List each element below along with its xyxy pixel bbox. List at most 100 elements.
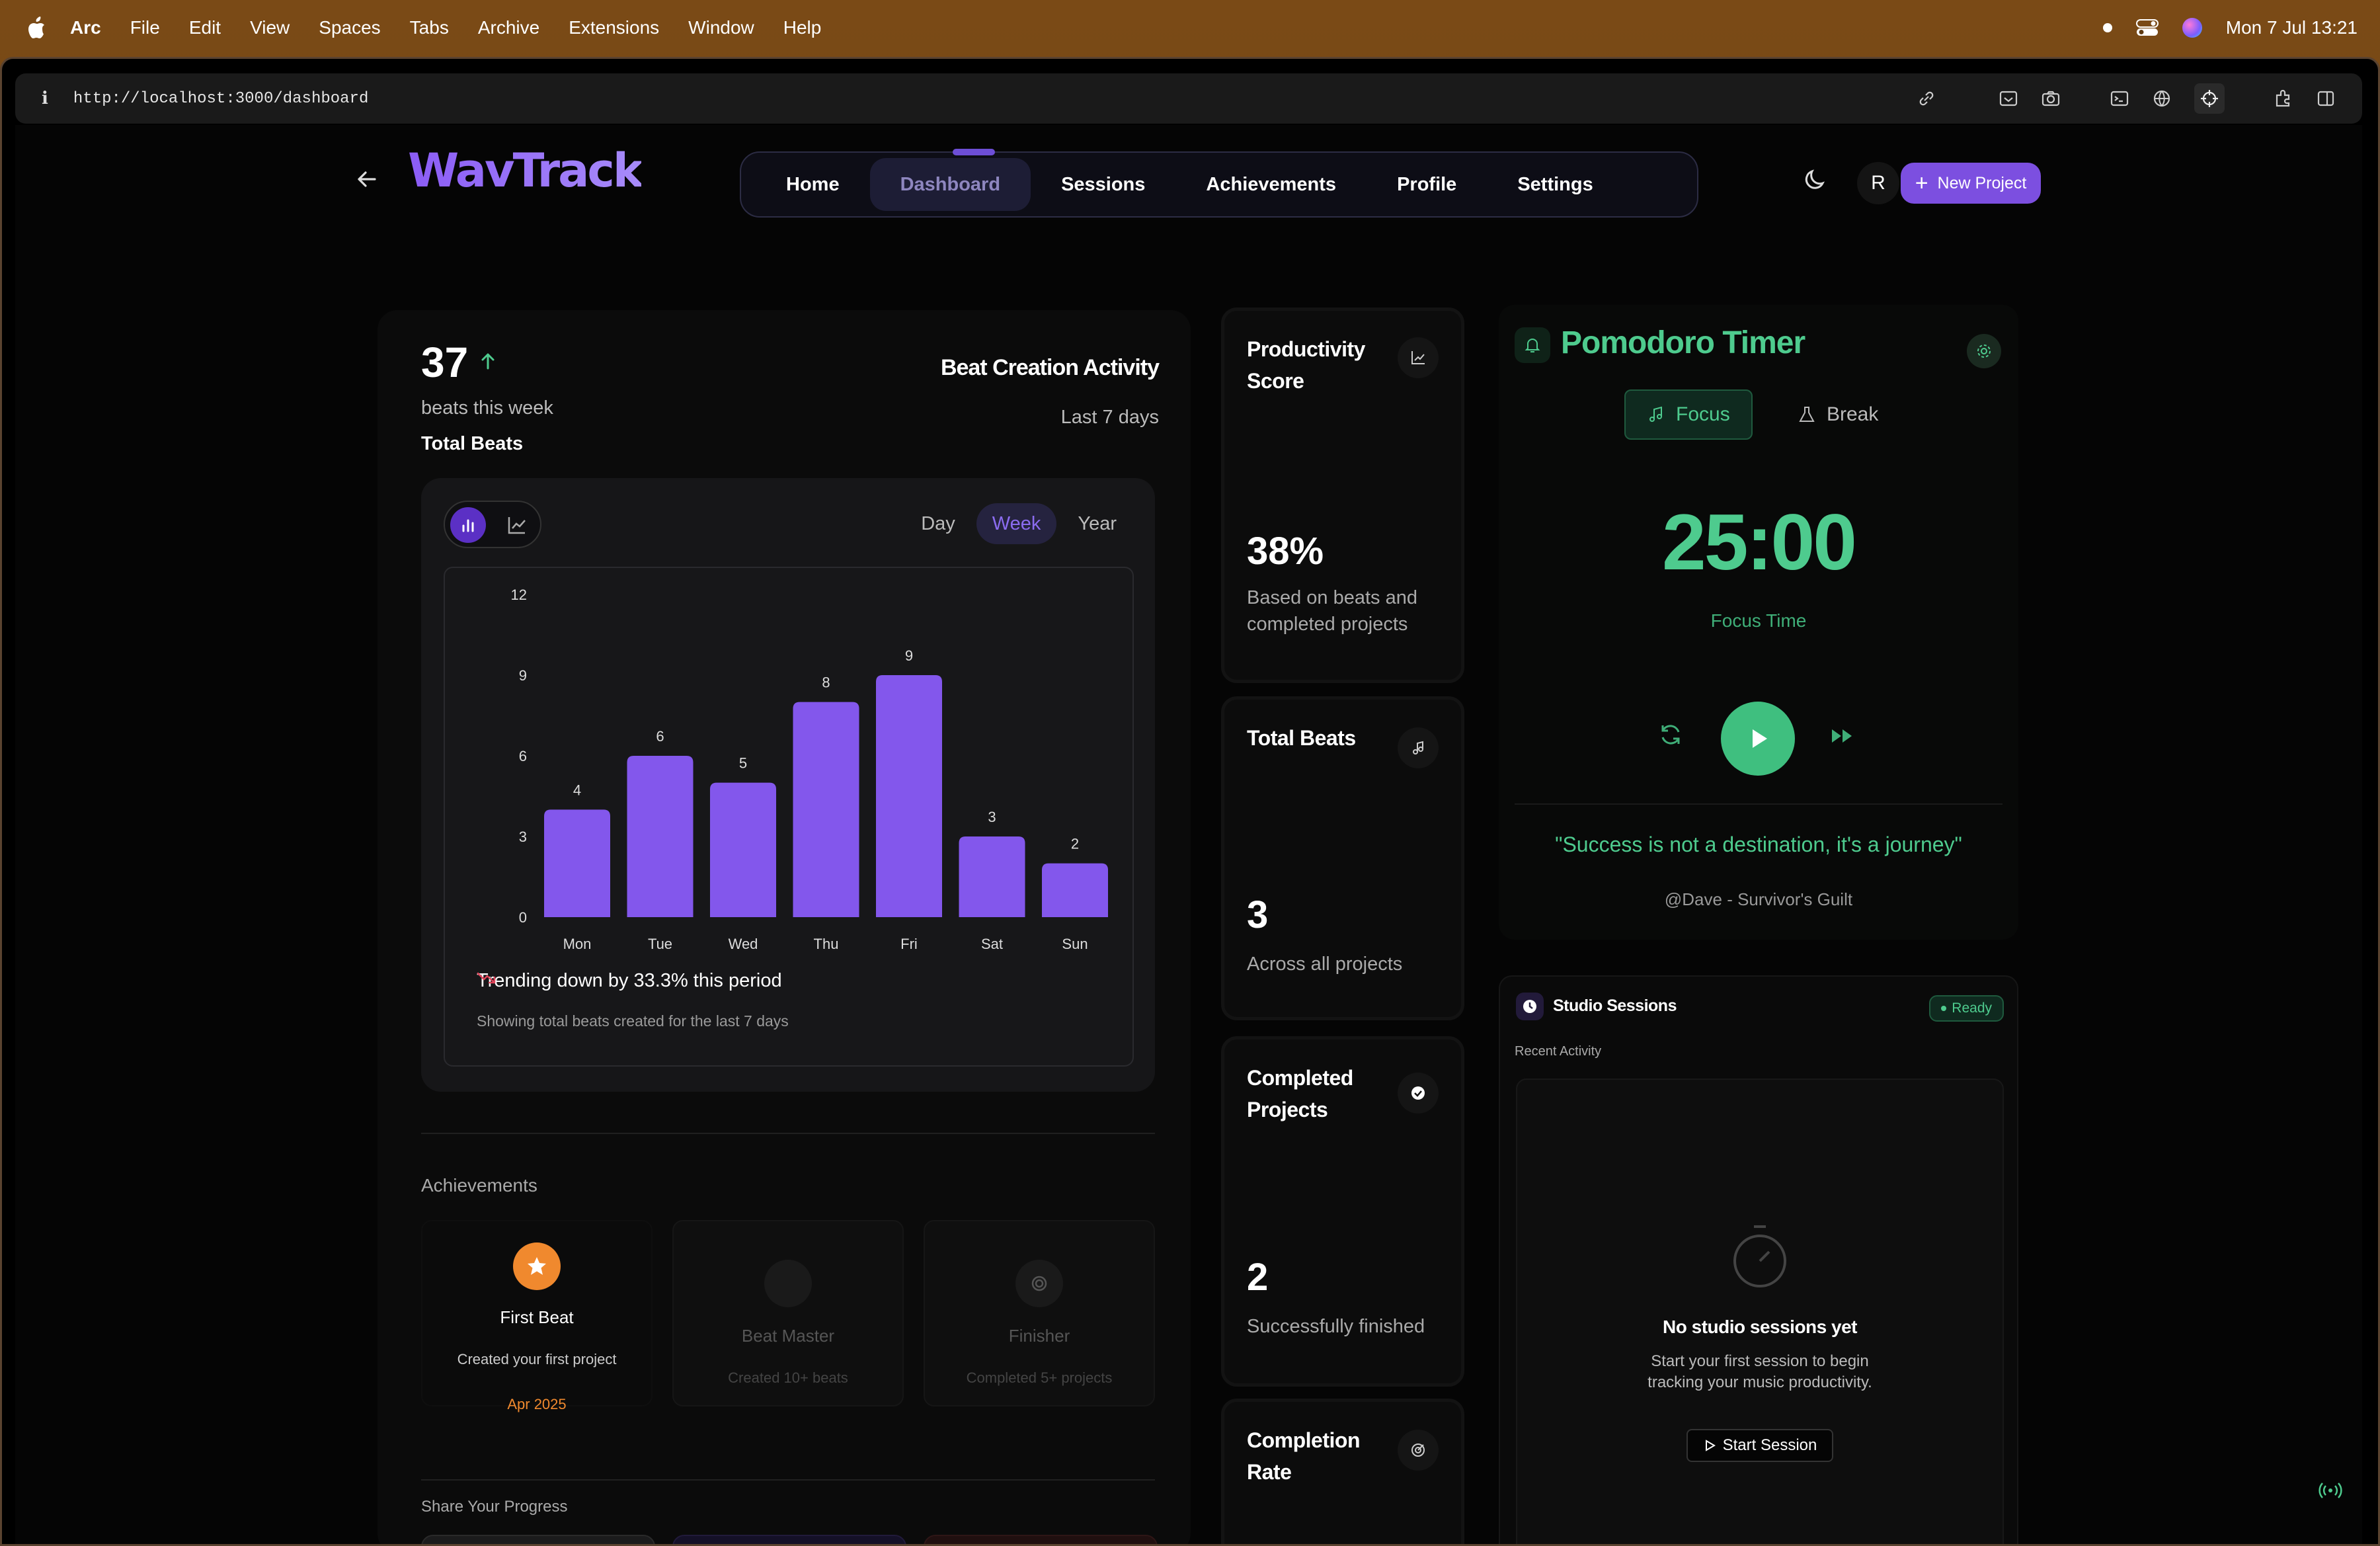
terminal-icon[interactable] bbox=[2110, 89, 2129, 108]
music-note-icon bbox=[1398, 727, 1439, 768]
bar-thu[interactable] bbox=[793, 702, 859, 917]
achievement-desc: Created your first project bbox=[457, 1351, 617, 1367]
bar-value-label: 3 bbox=[988, 809, 996, 825]
menu-file[interactable]: File bbox=[130, 17, 160, 38]
nav-profile[interactable]: Profile bbox=[1367, 158, 1487, 211]
y-tick-label: 9 bbox=[519, 667, 527, 684]
focus-mode-label: Focus bbox=[1676, 403, 1730, 425]
copy-link-icon[interactable] bbox=[1917, 89, 1936, 108]
menu-help[interactable]: Help bbox=[783, 17, 822, 38]
extensions-icon[interactable] bbox=[2274, 89, 2293, 108]
arrow-up-icon bbox=[481, 353, 495, 370]
bar-tue[interactable] bbox=[627, 756, 694, 917]
capture-icon[interactable] bbox=[1999, 89, 2018, 108]
plus-icon: + bbox=[1915, 171, 1928, 196]
pomodoro-timer-card: Pomodoro Timer Focus Break 25:00 Focus T… bbox=[1499, 305, 2018, 940]
dark-mode-moon-icon[interactable] bbox=[1803, 166, 1829, 192]
control-center-icon[interactable] bbox=[2135, 19, 2159, 36]
user-avatar[interactable]: R bbox=[1857, 162, 1899, 204]
menu-window[interactable]: Window bbox=[688, 17, 754, 38]
reset-icon[interactable] bbox=[1657, 721, 1684, 748]
menu-app-name[interactable]: Arc bbox=[70, 17, 101, 38]
broadcast-signal-icon[interactable] bbox=[2319, 1481, 2342, 1500]
break-mode-button[interactable]: Break bbox=[1776, 389, 1899, 440]
achievement-desc: Created 10+ beats bbox=[728, 1369, 848, 1386]
stat-title: Completed Projects bbox=[1247, 1066, 1353, 1121]
siri-icon[interactable] bbox=[2182, 18, 2202, 38]
music-note-icon bbox=[1649, 406, 1662, 422]
stat-total-beats: Total Beats 3 Across all projects bbox=[1221, 696, 1464, 1020]
share-calendar-card[interactable] bbox=[672, 1535, 906, 1544]
activity-range: Last 7 days bbox=[1060, 407, 1159, 428]
menu-spaces[interactable]: Spaces bbox=[319, 17, 380, 38]
achievement-first-beat[interactable]: First Beat Created your first project Ap… bbox=[421, 1220, 653, 1412]
stopwatch-icon bbox=[1733, 1225, 1786, 1287]
bar-wed[interactable] bbox=[710, 782, 776, 917]
camera-icon[interactable] bbox=[2041, 89, 2061, 108]
achievement-name: First Beat bbox=[500, 1307, 574, 1327]
nav-sessions[interactable]: Sessions bbox=[1031, 158, 1175, 211]
target-inspect-icon[interactable] bbox=[2194, 83, 2225, 114]
url-bar[interactable]: i http://localhost:3000/dashboard bbox=[15, 73, 2362, 124]
url-text[interactable]: http://localhost:3000/dashboard bbox=[73, 90, 368, 108]
trend-note: Showing total beats created for the last… bbox=[477, 1012, 789, 1030]
bar-chart-icon[interactable] bbox=[450, 507, 486, 543]
menu-archive[interactable]: Archive bbox=[478, 17, 539, 38]
play-button[interactable] bbox=[1721, 702, 1795, 776]
globe-icon[interactable] bbox=[2152, 89, 2172, 108]
break-mode-label: Break bbox=[1827, 403, 1879, 425]
timer-mode-label: Focus Time bbox=[1710, 610, 1807, 631]
dashboard-page: WavTrack Home Dashboard Sessions Achieve… bbox=[15, 125, 2362, 1544]
menubar-clock[interactable]: Mon 7 Jul 13:21 bbox=[2226, 17, 2358, 38]
bar-sat[interactable] bbox=[959, 836, 1025, 917]
check-circle-icon bbox=[1398, 1073, 1439, 1114]
bar-mon[interactable] bbox=[544, 809, 610, 917]
y-tick-label: 6 bbox=[519, 748, 527, 764]
achievement-finisher[interactable]: Finisher Completed 5+ projects bbox=[924, 1220, 1155, 1406]
locked-badge-icon bbox=[764, 1260, 812, 1307]
studio-sessions-title: Studio Sessions bbox=[1553, 997, 1677, 1015]
divider bbox=[1515, 803, 2003, 805]
nav-home[interactable]: Home bbox=[756, 158, 870, 211]
menu-tabs[interactable]: Tabs bbox=[410, 17, 449, 38]
empty-sessions-state: No studio sessions yet Start your first … bbox=[1516, 1078, 2004, 1544]
achievement-beat-master[interactable]: Beat Master Created 10+ beats bbox=[672, 1220, 904, 1406]
nav-settings[interactable]: Settings bbox=[1487, 158, 1623, 211]
site-info-icon[interactable]: i bbox=[42, 89, 48, 108]
share-link-card[interactable] bbox=[421, 1535, 655, 1544]
timer-settings-gear-icon[interactable] bbox=[1967, 334, 2001, 368]
period-day[interactable]: Day bbox=[905, 503, 971, 544]
line-chart-icon[interactable] bbox=[499, 507, 535, 543]
menu-extensions[interactable]: Extensions bbox=[569, 17, 659, 38]
start-session-button[interactable]: Start Session bbox=[1686, 1429, 1833, 1462]
x-tick-label: Wed bbox=[729, 936, 758, 952]
apple-logo-icon[interactable] bbox=[26, 17, 46, 39]
period-week[interactable]: Week bbox=[976, 503, 1057, 544]
divider bbox=[421, 1133, 1155, 1134]
nav-dashboard[interactable]: Dashboard bbox=[869, 158, 1031, 211]
nav-achievements[interactable]: Achievements bbox=[1175, 158, 1367, 211]
menu-view[interactable]: View bbox=[250, 17, 290, 38]
period-year[interactable]: Year bbox=[1062, 503, 1132, 544]
sidebar-toggle-icon[interactable] bbox=[2316, 89, 2336, 108]
bar-chart-svg: 0 3 6 9 12 4 Mon 6 Tue 5 Wed 8 Thu 9 Fri 3 Sat 2 Sun bbox=[511, 587, 1108, 952]
app-logo[interactable]: WavTrack bbox=[408, 143, 643, 198]
bar-fri[interactable] bbox=[876, 675, 942, 917]
activity-chart-card: Day Week Year 0 3 6 9 12 4 Mon 6 Tue 5 Wed 8 Thu 9 Fri… bbox=[421, 478, 1155, 1092]
star-badge-icon bbox=[513, 1242, 561, 1290]
skip-forward-icon[interactable] bbox=[1829, 723, 1856, 749]
new-project-button[interactable]: + New Project bbox=[1901, 163, 2041, 204]
status-badge: Ready bbox=[1929, 995, 2004, 1022]
stat-title: Total Beats bbox=[1247, 726, 1356, 750]
empty-title: No studio sessions yet bbox=[1663, 1317, 1857, 1337]
recording-dot-icon[interactable] bbox=[2102, 23, 2112, 32]
menu-edit[interactable]: Edit bbox=[189, 17, 221, 38]
share-pdf-card[interactable] bbox=[924, 1535, 1158, 1544]
achievement-name: Finisher bbox=[1008, 1326, 1070, 1346]
achievement-date: Apr 2025 bbox=[507, 1396, 567, 1412]
quote-author: @Dave - Survivor's Guilt bbox=[1664, 889, 1853, 909]
x-tick-label: Sat bbox=[981, 936, 1003, 952]
focus-mode-button[interactable]: Focus bbox=[1624, 389, 1753, 440]
back-arrow-icon[interactable] bbox=[352, 165, 381, 194]
bar-sun[interactable] bbox=[1042, 863, 1108, 917]
